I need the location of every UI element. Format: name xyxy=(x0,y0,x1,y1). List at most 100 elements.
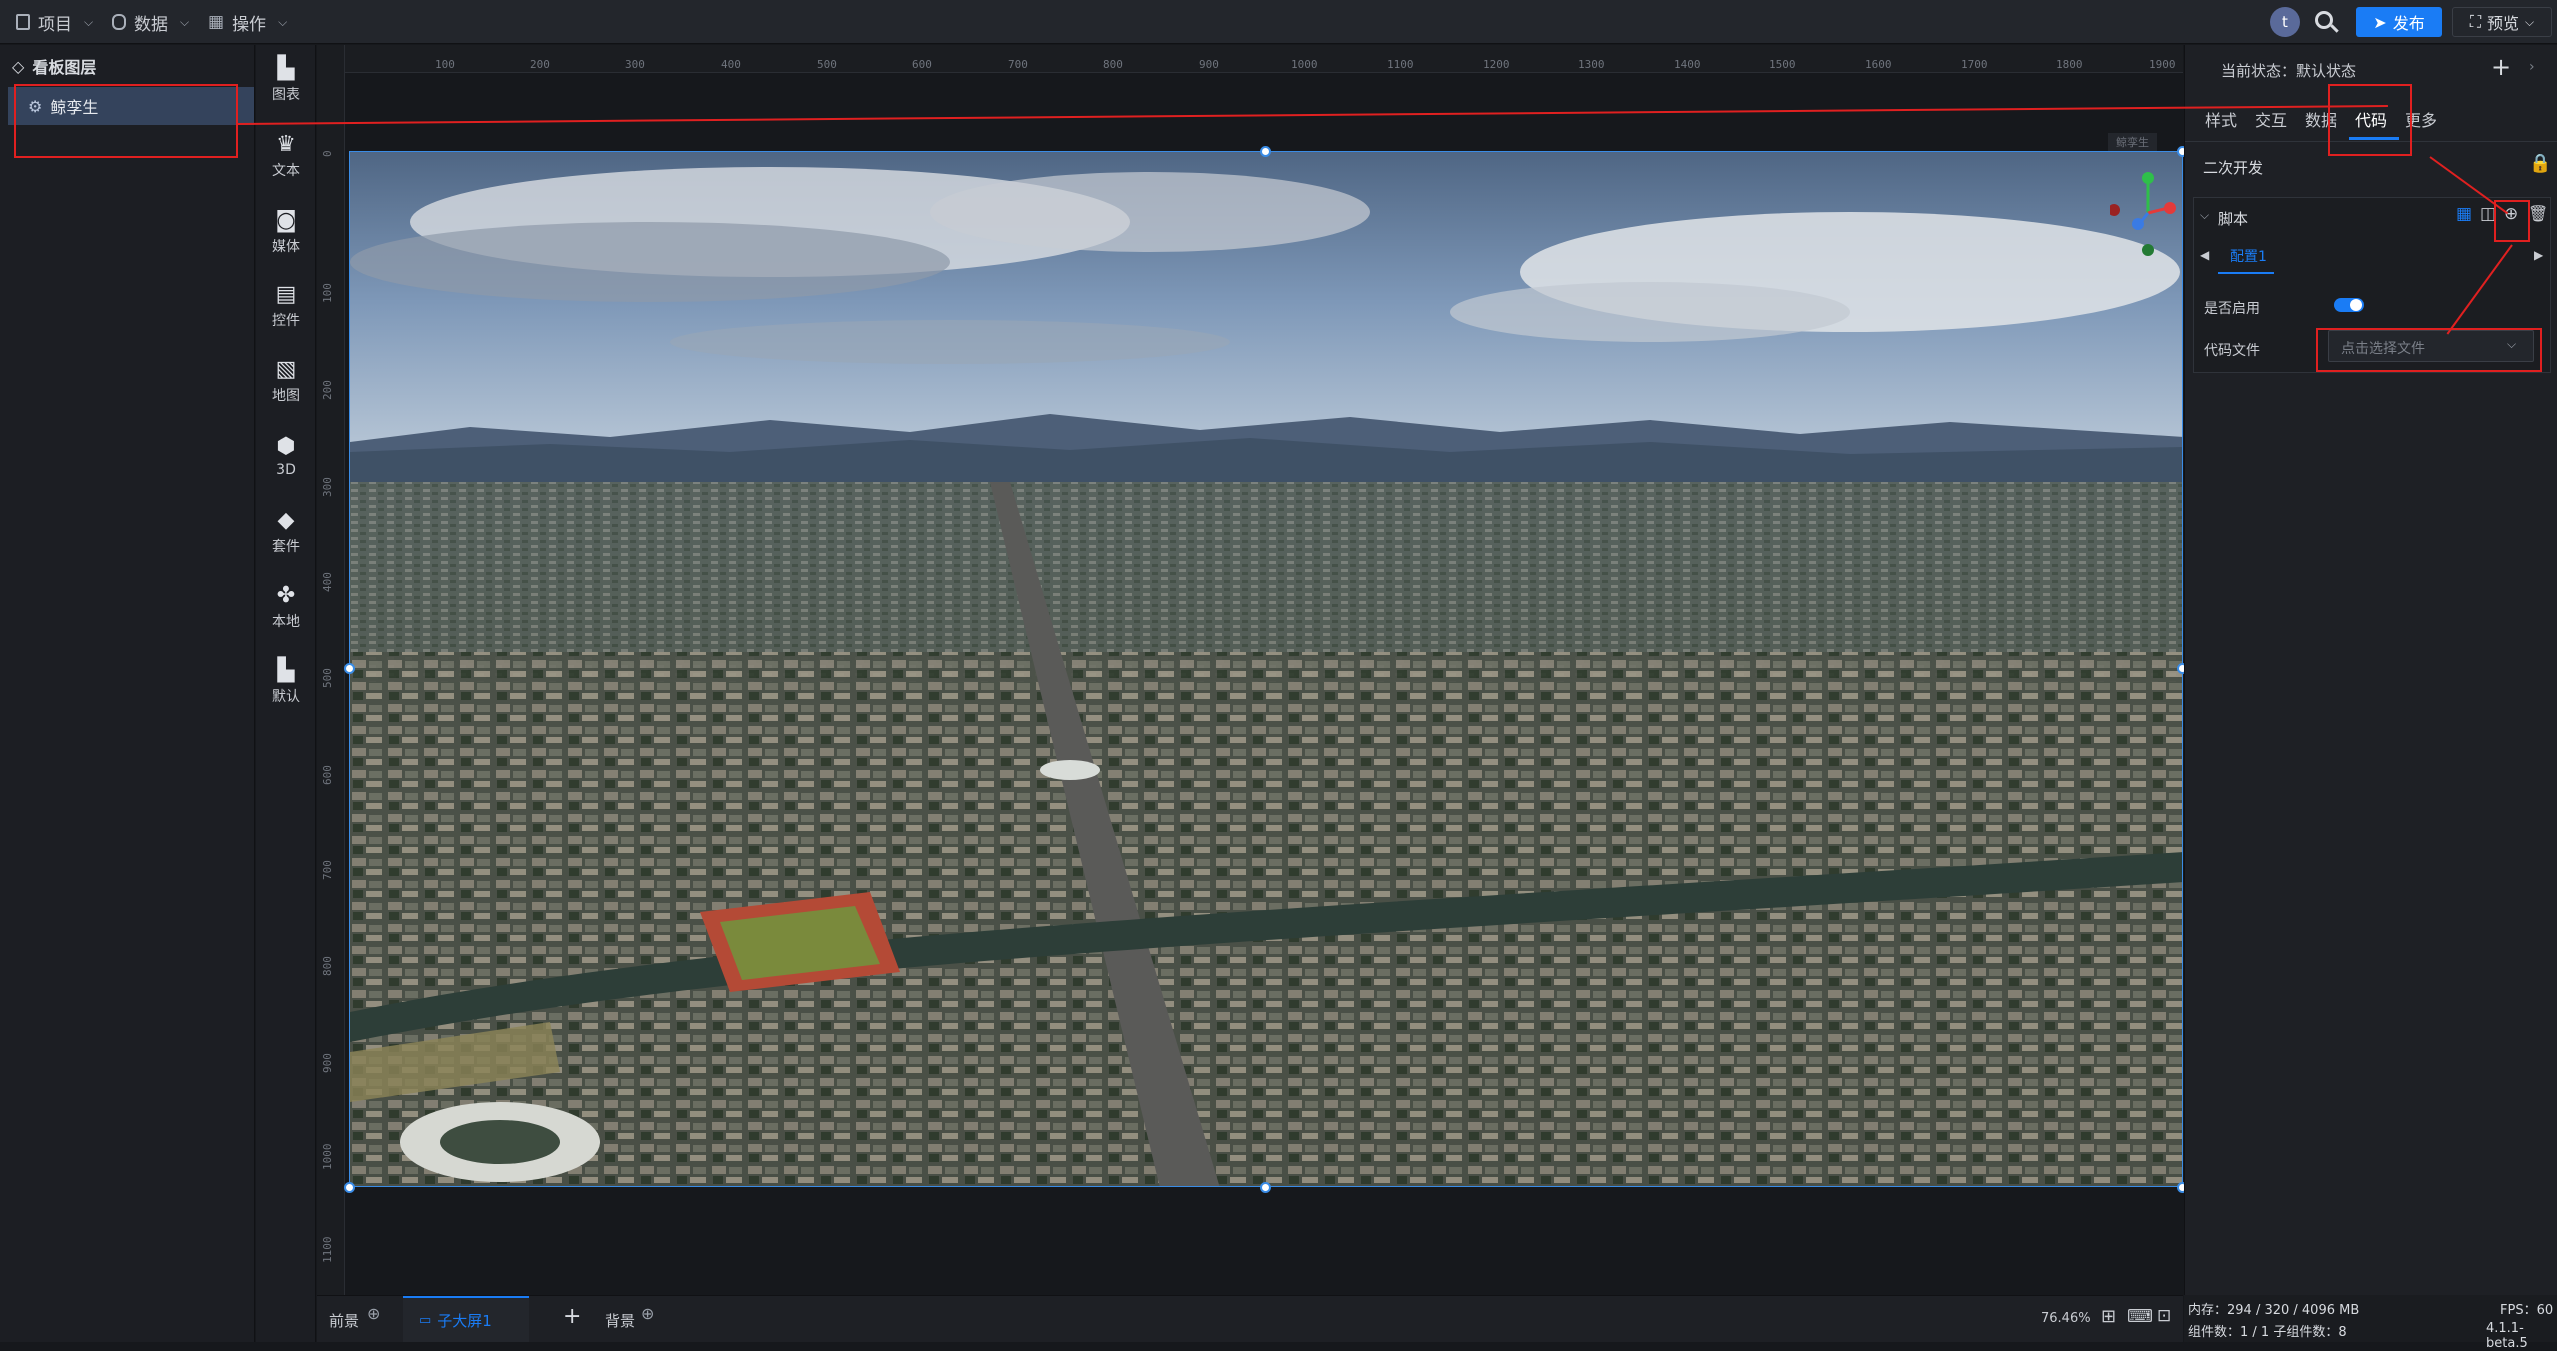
collapse-icon[interactable]: ⌵ xyxy=(2200,208,2209,223)
component-media[interactable]: ◙ 媒体 xyxy=(256,203,316,263)
screen-icon: ▭ xyxy=(419,1312,432,1328)
ruler-tick: 800 xyxy=(1103,58,1123,71)
ruler-tick: 400 xyxy=(721,58,741,71)
ruler-tick: 100 xyxy=(321,283,334,303)
ruler-tick: 1800 xyxy=(2056,58,2083,71)
preview-button[interactable]: ⛶ 预览 ⌵ xyxy=(2452,7,2552,37)
publish-button[interactable]: ➤ 发布 xyxy=(2356,7,2442,37)
foreground-label[interactable]: 前景 xyxy=(329,1310,359,1331)
ruler-tick: 900 xyxy=(1199,58,1219,71)
component-text[interactable]: ♛ 文本 xyxy=(256,127,316,187)
component-map[interactable]: ▧ 地图 xyxy=(256,352,316,412)
ruler-tick: 0 xyxy=(321,150,334,157)
zoom-level[interactable]: 76.46% xyxy=(2041,1311,2091,1326)
component-label: 图表 xyxy=(272,87,300,103)
component-label: 默认 xyxy=(272,689,300,705)
ruler-tick: 1700 xyxy=(1961,58,1988,71)
component-local[interactable]: ✤ 本地 xyxy=(256,578,316,638)
component-label: 套件 xyxy=(272,539,300,555)
chart-icon: ▙ xyxy=(277,56,295,81)
vertical-ruler: 0 100 200 300 400 500 600 700 800 900 10… xyxy=(317,45,345,1295)
version-label: 4.1.1-beta.5 xyxy=(2486,1321,2528,1351)
prev-config-icon[interactable]: ◀ xyxy=(2200,248,2209,262)
ruler-tick: 1200 xyxy=(1483,58,1510,71)
component-chart[interactable]: ▙ 图表 xyxy=(256,51,316,111)
ruler-tick: 1500 xyxy=(1769,58,1796,71)
ruler-tick: 1000 xyxy=(1291,58,1318,71)
chevron-down-icon: ⌵ xyxy=(84,14,94,29)
aerial-city-view xyxy=(350,152,2182,1186)
ruler-tick: 200 xyxy=(530,58,550,71)
toggle-knob xyxy=(2350,299,2362,311)
current-state-label: 当前状态：默认状态 xyxy=(2221,62,2357,80)
fps-status: FPS：60 xyxy=(2500,1303,2554,1318)
delete-icon[interactable]: 🗑 xyxy=(2528,204,2548,223)
fit-screen-icon[interactable]: ⊞ xyxy=(2101,1306,2116,1327)
config-tab[interactable]: 配置1 xyxy=(2230,246,2267,266)
operation-menu[interactable]: ▦ 操作 ⌵ xyxy=(208,0,287,44)
code-file-label: 代码文件 xyxy=(2204,343,2260,359)
resize-handle[interactable] xyxy=(344,1182,355,1193)
add-foreground-icon[interactable]: ⊕ xyxy=(367,1304,380,1323)
ruler-tick: 1400 xyxy=(1674,58,1701,71)
keyboard-icon[interactable]: ⌨ xyxy=(2127,1306,2153,1327)
component-control[interactable]: ▤ 控件 xyxy=(256,277,316,337)
section-title: 二次开发 xyxy=(2203,159,2264,177)
axis-gizmo-icon[interactable] xyxy=(2110,168,2180,258)
component-3d[interactable]: ⬢ 3D xyxy=(256,427,316,487)
chevron-right-icon[interactable]: › xyxy=(2529,59,2535,75)
enable-toggle[interactable] xyxy=(2334,298,2364,312)
ruler-tick: 600 xyxy=(912,58,932,71)
ruler-tick: 500 xyxy=(321,668,334,688)
add-state-icon[interactable]: + xyxy=(2491,53,2511,81)
resize-handle[interactable] xyxy=(1260,1182,1271,1193)
memory-status: 内存：294 / 320 / 4096 MB xyxy=(2188,1303,2360,1318)
fullscreen-icon: ⛶ xyxy=(2469,12,2482,31)
tab-style[interactable]: 样式 xyxy=(2205,107,2237,131)
chevron-down-icon: ⌵ xyxy=(278,14,288,29)
ruler-tick: 1900 xyxy=(2149,58,2176,71)
screen-tab[interactable]: ▭ 子大屏1 xyxy=(403,1296,529,1342)
lock-icon[interactable]: 🔒 xyxy=(2529,153,2551,174)
component-count: 组件数：1 / 1 子组件数：8 xyxy=(2188,1325,2347,1340)
component-label: 地图 xyxy=(272,388,300,404)
scene-label: 鲸孪生 xyxy=(2108,133,2157,151)
data-menu[interactable]: 数据 ⌵ xyxy=(112,0,189,44)
ruler-tick: 1600 xyxy=(1865,58,1892,71)
layer-panel-header: ◇ 看板图层 xyxy=(0,45,255,87)
ruler-tick: 300 xyxy=(321,477,334,497)
next-config-icon[interactable]: ▶ xyxy=(2534,248,2543,262)
media-icon: ◙ xyxy=(275,208,297,233)
terminal-icon[interactable]: ⊡ xyxy=(2157,1306,2171,1326)
component-label: 媒体 xyxy=(272,239,300,255)
tab-interaction[interactable]: 交互 xyxy=(2255,107,2287,131)
user-avatar[interactable]: t xyxy=(2270,7,2300,37)
background-label[interactable]: 背景 xyxy=(605,1310,635,1331)
resize-handle[interactable] xyxy=(1260,146,1271,157)
component-default[interactable]: ▙ 默认 xyxy=(256,653,316,713)
add-background-icon[interactable]: ⊕ xyxy=(641,1304,654,1323)
component-kit[interactable]: ◆ 套件 xyxy=(256,503,316,563)
annotation-box-code-tab xyxy=(2328,84,2412,156)
project-menu[interactable]: 项目 ⌵ xyxy=(16,0,93,44)
component-label: 本地 xyxy=(272,614,300,630)
add-screen-icon[interactable]: + xyxy=(563,1304,581,1329)
annotation-box-code-file xyxy=(2316,328,2542,372)
ruler-tick: 700 xyxy=(1008,58,1028,71)
chevron-down-icon: ⌵ xyxy=(180,14,190,29)
publish-button-label: 发布 xyxy=(2392,14,2425,33)
resize-handle[interactable] xyxy=(344,663,355,674)
top-bar: 项目 ⌵ 数据 ⌵ ▦ 操作 ⌵ t ➤ 发布 ⛶ 预览 ⌵ xyxy=(0,0,2557,44)
horizontal-ruler: 100 200 300 400 500 600 700 800 900 1000… xyxy=(317,45,2183,73)
table-icon[interactable]: ▦ xyxy=(2456,204,2472,224)
search-icon[interactable] xyxy=(2312,8,2340,36)
ruler-tick: 700 xyxy=(321,860,334,880)
ruler-tick: 1100 xyxy=(321,1236,334,1264)
database-icon xyxy=(112,14,126,30)
preview-button-label: 预览 xyxy=(2487,14,2520,33)
screen-tab-label: 子大屏1 xyxy=(437,1311,492,1330)
chevron-down-icon: ⌵ xyxy=(2525,14,2535,29)
status-bar: 内存：294 / 320 / 4096 MB FPS：60 组件数：1 / 1 … xyxy=(2184,1295,2557,1351)
twin-3d-scene[interactable] xyxy=(349,151,2183,1187)
layers-icon: ◇ xyxy=(12,56,25,76)
